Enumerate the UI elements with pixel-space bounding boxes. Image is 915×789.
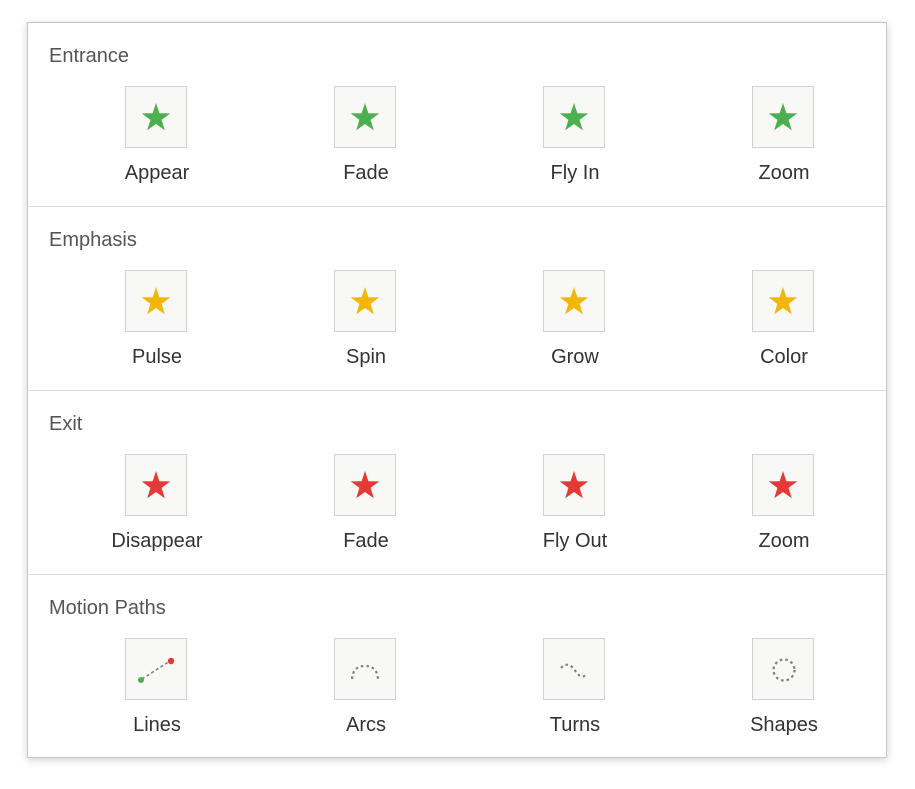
tile-turns[interactable] xyxy=(543,638,605,700)
label-pulse: Pulse xyxy=(131,346,183,368)
tile-fly-in[interactable] xyxy=(543,86,605,148)
animation-appear[interactable]: Appear xyxy=(77,86,237,186)
animation-gallery-panel: Entrance Appear Fade Fly In Zoom Emphasi… xyxy=(27,22,887,758)
animation-fade-exit[interactable]: Fade xyxy=(286,454,446,554)
animation-color[interactable]: Color xyxy=(704,270,864,370)
green-star-icon xyxy=(768,103,798,131)
label-fly-in: Fly In xyxy=(550,162,600,184)
red-star-icon xyxy=(350,471,380,499)
shape-path-icon xyxy=(772,658,796,682)
label-zoom-entrance: Zoom xyxy=(758,162,810,184)
red-star-icon xyxy=(559,471,589,499)
animation-fly-in[interactable]: Fly In xyxy=(495,86,655,186)
animation-pulse[interactable]: Pulse xyxy=(77,270,237,370)
yellow-star-icon xyxy=(141,287,171,315)
arc-path-icon xyxy=(350,664,380,680)
label-turns: Turns xyxy=(549,714,601,736)
label-color: Color xyxy=(760,346,808,368)
tile-zoom-entrance[interactable] xyxy=(752,86,814,148)
tile-fade-entrance[interactable] xyxy=(334,86,396,148)
section-exit: Exit Disappear Fade Fly Out Zoom xyxy=(28,391,886,575)
label-appear: Appear xyxy=(124,162,190,184)
tile-shapes[interactable] xyxy=(752,638,814,700)
green-star-icon xyxy=(350,103,380,131)
section-title-motion-paths: Motion Paths xyxy=(49,597,166,619)
red-star-icon xyxy=(141,471,171,499)
green-star-icon xyxy=(141,103,171,131)
animation-turns[interactable]: Turns xyxy=(495,638,655,738)
label-spin: Spin xyxy=(345,346,387,368)
animation-arcs[interactable]: Arcs xyxy=(286,638,446,738)
animation-spin[interactable]: Spin xyxy=(286,270,446,370)
label-fly-out: Fly Out xyxy=(542,530,608,552)
turn-path-icon xyxy=(560,663,588,678)
line-path-icon xyxy=(138,657,175,683)
label-zoom-exit: Zoom xyxy=(758,530,810,552)
tile-zoom-exit[interactable] xyxy=(752,454,814,516)
yellow-star-icon xyxy=(768,287,798,315)
tile-grow[interactable] xyxy=(543,270,605,332)
tile-pulse[interactable] xyxy=(125,270,187,332)
animation-shapes[interactable]: Shapes xyxy=(704,638,864,738)
tile-arcs[interactable] xyxy=(334,638,396,700)
section-emphasis: Emphasis Pulse Spin Grow Color xyxy=(28,207,886,391)
tile-disappear[interactable] xyxy=(125,454,187,516)
green-star-icon xyxy=(559,103,589,131)
yellow-star-icon xyxy=(559,287,589,315)
tile-lines[interactable] xyxy=(125,638,187,700)
animation-grow[interactable]: Grow xyxy=(495,270,655,370)
animation-disappear[interactable]: Disappear xyxy=(77,454,237,554)
label-fade-exit: Fade xyxy=(343,530,389,552)
section-title-emphasis: Emphasis xyxy=(49,229,137,251)
animation-fade-entrance[interactable]: Fade xyxy=(286,86,446,186)
animation-fly-out[interactable]: Fly Out xyxy=(495,454,655,554)
section-entrance: Entrance Appear Fade Fly In Zoom xyxy=(28,23,886,207)
tile-color[interactable] xyxy=(752,270,814,332)
tile-spin[interactable] xyxy=(334,270,396,332)
animation-zoom-entrance[interactable]: Zoom xyxy=(704,86,864,186)
label-lines: Lines xyxy=(133,714,181,736)
label-disappear: Disappear xyxy=(111,530,203,552)
label-fade-entrance: Fade xyxy=(343,162,389,184)
tile-fade-exit[interactable] xyxy=(334,454,396,516)
red-star-icon xyxy=(768,471,798,499)
label-arcs: Arcs xyxy=(346,714,386,736)
animation-lines[interactable]: Lines xyxy=(77,638,237,738)
yellow-star-icon xyxy=(350,287,380,315)
animation-zoom-exit[interactable]: Zoom xyxy=(704,454,864,554)
section-title-entrance: Entrance xyxy=(49,45,130,67)
tile-fly-out[interactable] xyxy=(543,454,605,516)
section-motion-paths: Motion Paths Lines Arcs Turns Shapes xyxy=(28,575,886,759)
label-shapes: Shapes xyxy=(750,714,818,736)
section-title-exit: Exit xyxy=(49,413,83,435)
tile-appear[interactable] xyxy=(125,86,187,148)
label-grow: Grow xyxy=(551,346,599,368)
